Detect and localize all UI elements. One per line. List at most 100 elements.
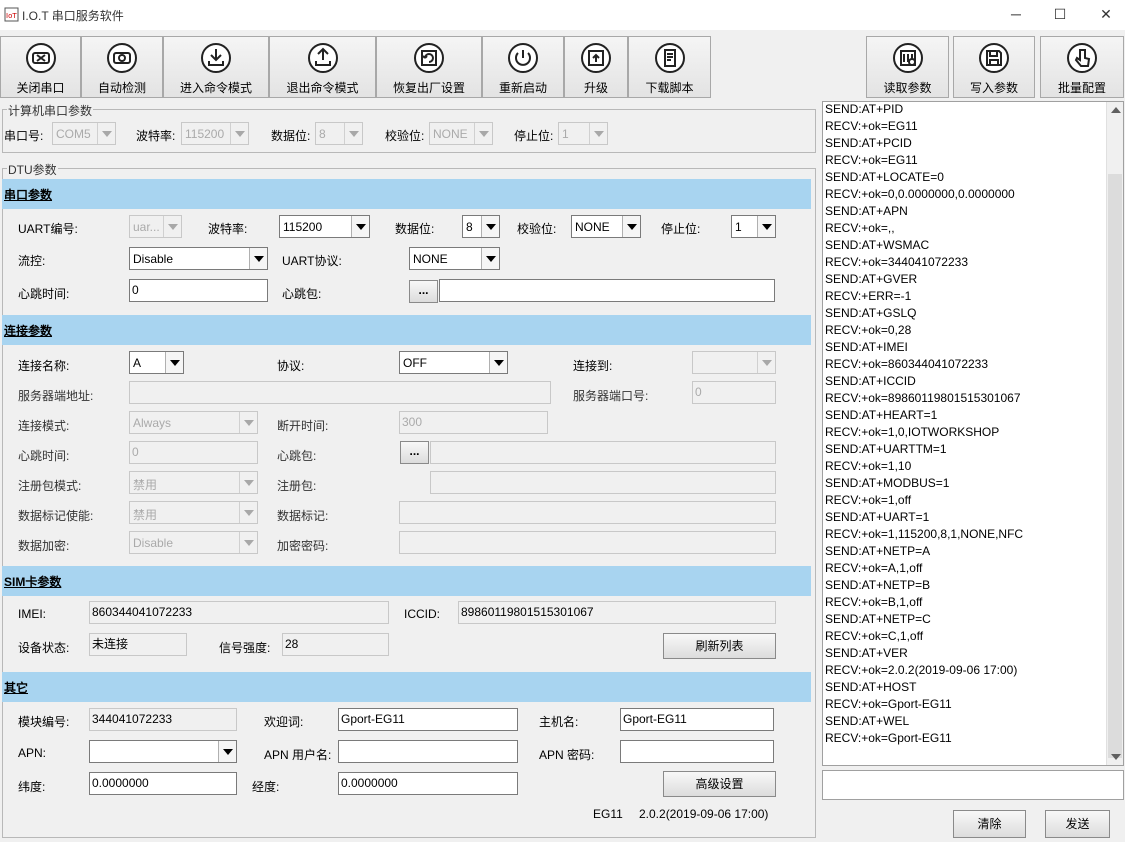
close-port-button[interactable]: 关闭串口: [0, 36, 81, 98]
log-line: SEND:AT+PID: [825, 102, 904, 116]
read-params-icon: [892, 43, 923, 73]
chevron-down-icon: [589, 123, 607, 144]
longitude-input[interactable]: 0.0000000: [338, 772, 518, 795]
serial-hb-time-input[interactable]: 0: [129, 279, 268, 302]
conn-proto-select[interactable]: OFF: [399, 351, 508, 374]
apn-user-input[interactable]: [338, 740, 518, 763]
log-line: SEND:AT+NETP=C: [825, 612, 931, 626]
close-window-button[interactable]: ✕: [1083, 2, 1125, 26]
host-label: 主机名:: [539, 715, 579, 729]
conn-mode-select[interactable]: Always: [129, 411, 258, 434]
pc-databits-label: 数据位:: [271, 129, 311, 143]
uart-no-value: uar...: [133, 220, 160, 234]
enter-cmd-label: 进入命令模式: [179, 81, 252, 95]
log-line: RECV:+ok=0,28: [825, 323, 912, 337]
module-no-field: 344041072233: [89, 708, 237, 731]
batch-config-button[interactable]: 批量配置: [1040, 36, 1124, 98]
server-addr-input[interactable]: [129, 381, 551, 404]
pc-baud-select[interactable]: 115200: [181, 122, 249, 145]
uart-proto-select[interactable]: NONE: [409, 247, 500, 270]
pc-stopbits-value: 1: [562, 127, 569, 141]
factory-reset-button[interactable]: 恢复出厂设置: [376, 36, 482, 98]
log-line: SEND:AT+HOST: [825, 680, 917, 694]
uart-proto-value: NONE: [413, 252, 448, 266]
advanced-settings-button[interactable]: 高级设置: [663, 771, 776, 797]
chevron-down-icon: [165, 352, 183, 373]
log-line: SEND:AT+VER: [825, 646, 908, 660]
download-script-button[interactable]: 下载脚本: [628, 36, 711, 98]
serial-section-title: 串口参数: [4, 188, 53, 202]
reg-mode-select[interactable]: 禁用: [129, 471, 258, 494]
title-bar: IoT I.O.T 串口服务软件 ─ ☐ ✕: [0, 0, 1125, 30]
toolbar: 关闭串口 自动检测 进入命令模式 退出命令模式 恢复出厂设置 重新启动 升级 下…: [0, 36, 1125, 100]
scroll-up-icon[interactable]: [1111, 107, 1121, 113]
chevron-down-icon: [344, 123, 362, 144]
signal-label: 信号强度:: [219, 641, 271, 655]
host-input[interactable]: Gport-EG11: [620, 708, 774, 731]
maximize-button[interactable]: ☐: [1037, 2, 1083, 26]
data-tag-input[interactable]: [399, 501, 776, 524]
reg-pkt-input[interactable]: [430, 471, 776, 494]
upgrade-button[interactable]: 升级: [564, 36, 628, 98]
log-panel[interactable]: SEND:AT+PID RECV:+ok=EG11 SEND:AT+PCID RECV…: [822, 101, 1124, 766]
dtu-parity-select[interactable]: NONE: [571, 215, 641, 238]
welcome-input[interactable]: Gport-EG11: [338, 708, 518, 731]
read-params-label: 读取参数: [883, 81, 932, 95]
conn-name-select[interactable]: A: [129, 351, 184, 374]
chevron-down-icon: [163, 216, 181, 237]
encrypt-pwd-input[interactable]: [399, 531, 776, 554]
flow-value: Disable: [133, 252, 174, 266]
log-line: SEND:AT+APN: [825, 204, 908, 218]
write-params-button[interactable]: 写入参数: [953, 36, 1035, 98]
data-tag-enable-select[interactable]: 禁用: [129, 501, 258, 524]
conn-section-title: 连接参数: [4, 324, 53, 338]
reg-pkt-label: 注册包:: [277, 479, 317, 493]
read-params-button[interactable]: 读取参数: [866, 36, 949, 98]
chevron-down-icon: [230, 123, 248, 144]
iccid-label: ICCID:: [404, 607, 440, 621]
log-line: RECV:+ok=1,0,IOTWORKSHOP: [825, 425, 1000, 439]
log-line: SEND:AT+GVER: [825, 272, 918, 286]
imei-field: 860344041072233: [89, 601, 389, 624]
server-port-input[interactable]: 0: [692, 381, 776, 404]
connect-to-select[interactable]: [692, 351, 776, 374]
serial-hb-pkt-input[interactable]: [439, 279, 775, 302]
exit-cmd-button[interactable]: 退出命令模式: [269, 36, 376, 98]
dtu-baud-label: 波特率:: [208, 222, 248, 236]
scroll-thumb[interactable]: [1108, 174, 1122, 758]
encrypt-select[interactable]: Disable: [129, 531, 258, 554]
refresh-list-button[interactable]: 刷新列表: [663, 633, 776, 659]
auto-detect-button[interactable]: 自动检测: [81, 36, 163, 98]
minimize-button[interactable]: ─: [993, 2, 1039, 26]
pc-port-select[interactable]: COM5: [52, 122, 116, 145]
dtu-stopbits-select[interactable]: 1: [731, 215, 776, 238]
apn-pwd-input[interactable]: [620, 740, 774, 763]
apn-select[interactable]: [89, 740, 237, 763]
pc-stopbits-select[interactable]: 1: [558, 122, 608, 145]
log-line: RECV:+ok=A,1,off: [825, 561, 923, 575]
dtu-databits-select[interactable]: 8: [462, 215, 500, 238]
serial-section-header: 串口参数: [2, 179, 811, 209]
log-scrollbar[interactable]: [1106, 102, 1123, 765]
conn-hb-pkt-browse-button[interactable]: ...: [400, 441, 429, 464]
send-button[interactable]: 发送: [1045, 810, 1110, 838]
send-input[interactable]: [822, 770, 1124, 800]
dtu-baud-select[interactable]: 115200: [279, 215, 370, 238]
restart-button[interactable]: 重新启动: [482, 36, 564, 98]
pc-databits-select[interactable]: 8: [315, 122, 363, 145]
enter-cmd-button[interactable]: 进入命令模式: [163, 36, 269, 98]
disconnect-time-input[interactable]: 300: [399, 411, 548, 434]
clear-button[interactable]: 清除: [953, 810, 1026, 838]
pc-parity-select[interactable]: NONE: [429, 122, 493, 145]
chevron-down-icon: [757, 352, 775, 373]
uart-no-select[interactable]: uar...: [129, 215, 182, 238]
latitude-input[interactable]: 0.0000000: [89, 772, 237, 795]
close-port-icon: [25, 43, 56, 73]
log-line: RECV:+ok=Gport-EG11: [825, 731, 952, 745]
scroll-down-icon[interactable]: [1111, 754, 1121, 760]
log-line: SEND:AT+ICCID: [825, 374, 916, 388]
flow-select[interactable]: Disable: [129, 247, 268, 270]
serial-hb-pkt-browse-button[interactable]: ...: [409, 280, 438, 303]
conn-hb-pkt-input[interactable]: [430, 441, 776, 464]
conn-hb-time-input[interactable]: 0: [129, 441, 258, 464]
